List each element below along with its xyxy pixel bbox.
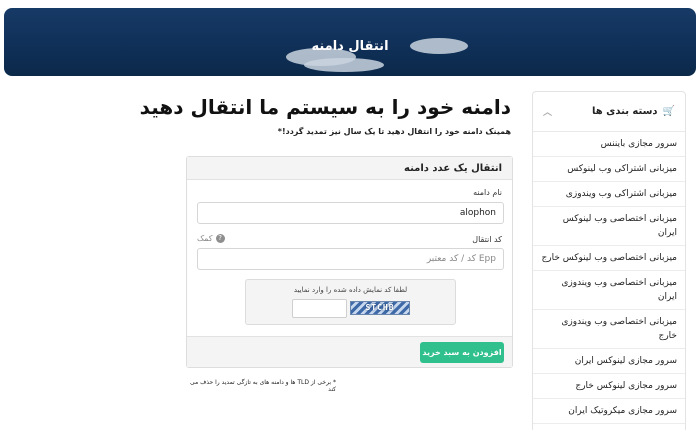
help-link[interactable]: ? کمک bbox=[197, 234, 225, 243]
sidebar-item[interactable]: سرور مجازی لینوکس خارج bbox=[533, 374, 685, 399]
sidebar-item[interactable]: میزبانی اختصاصی وب ویندوزی ایران bbox=[533, 271, 685, 310]
cloud-decoration bbox=[304, 58, 384, 72]
sidebar-item[interactable]: میزبانی اختصاصی وب لینوکس ایران bbox=[533, 207, 685, 246]
banner-title: انتقال دامنه bbox=[311, 39, 389, 54]
add-to-cart-button[interactable]: افزودن به سبد خرید bbox=[420, 342, 504, 363]
transfer-panel-heading: انتقال یک عدد دامنه bbox=[187, 157, 512, 180]
page-banner: انتقال دامنه bbox=[4, 8, 696, 76]
captcha-prompt: لطفا کد نمایش داده شده را وارد نمایید bbox=[293, 286, 408, 294]
transfer-code-label: کد انتقال bbox=[472, 235, 502, 244]
domain-name-label: نام دامنه bbox=[473, 188, 502, 197]
categories-list: سرور مجازی بایننس میزبانی اشتراکی وب لین… bbox=[533, 132, 685, 424]
captcha-input[interactable] bbox=[292, 299, 347, 318]
captcha-box: لطفا کد نمایش داده شده را وارد نمایید ST… bbox=[245, 279, 456, 325]
transfer-panel: انتقال یک عدد دامنه نام دامنه کد انتقال … bbox=[186, 156, 513, 368]
sidebar-item[interactable]: میزبانی اشتراکی وب ویندوزی bbox=[533, 182, 685, 207]
captcha-image: STCHB bbox=[350, 301, 410, 315]
categories-sidebar: 🛒 دسته بندی ها ︿ سرور مجازی بایننس میزبا… bbox=[532, 91, 686, 430]
footnote: * برخی از TLD ها و دامنه های به تازگی تم… bbox=[190, 379, 336, 393]
transfer-panel-footer: افزودن به سبد خرید bbox=[187, 336, 512, 367]
sidebar-item[interactable]: میزبانی اختصاصی وب ویندوزی خارج bbox=[533, 310, 685, 349]
categories-header[interactable]: 🛒 دسته بندی ها ︿ bbox=[533, 92, 685, 132]
chevron-up-icon[interactable]: ︿ bbox=[543, 105, 552, 118]
sidebar-item[interactable]: سرور مجازی میکروتیک ایران bbox=[533, 399, 685, 424]
categories-title: دسته بندی ها bbox=[592, 106, 658, 117]
sidebar-item[interactable]: سرور مجازی لینوکس ایران bbox=[533, 349, 685, 374]
help-label: کمک bbox=[197, 234, 213, 243]
question-icon: ? bbox=[215, 234, 225, 243]
page-title: دامنه خود را به سیستم ما انتقال دهید bbox=[139, 95, 511, 119]
cart-icon: 🛒 bbox=[662, 106, 675, 117]
sidebar-item[interactable]: میزبانی اشتراکی وب لینوکس bbox=[533, 157, 685, 182]
transfer-code-input[interactable] bbox=[197, 248, 504, 270]
sidebar-item[interactable]: میزبانی اختصاصی وب لینوکس خارج bbox=[533, 246, 685, 271]
domain-name-input[interactable] bbox=[197, 202, 504, 224]
sidebar-item[interactable]: سرور مجازی بایننس bbox=[533, 132, 685, 157]
page-subtitle: همینک دامنه خود را انتقال دهید تا یک سال… bbox=[277, 127, 511, 136]
